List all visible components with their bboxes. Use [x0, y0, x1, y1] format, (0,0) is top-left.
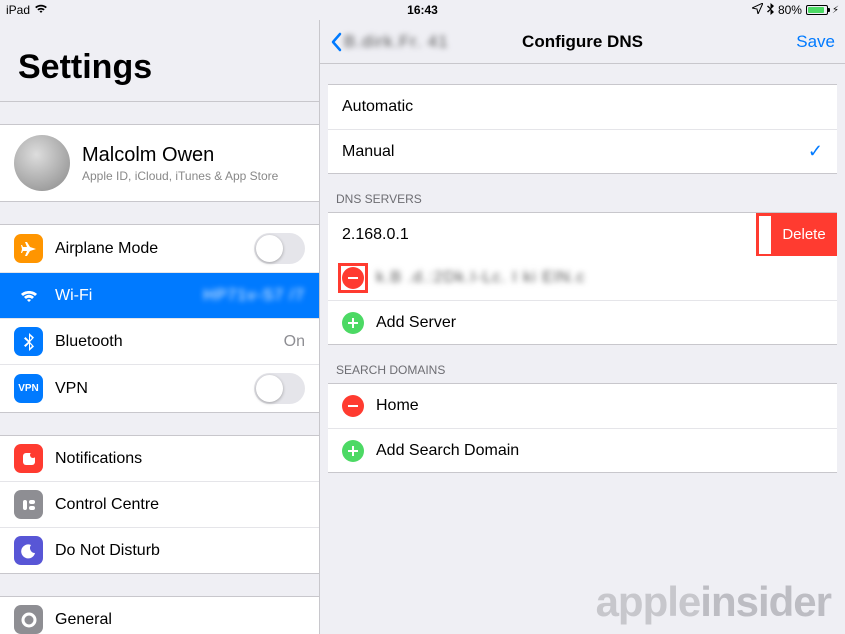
search-domain-value: Home [376, 397, 823, 415]
back-label: B.dirk.Fr. 41 [344, 32, 449, 52]
search-domain-row[interactable]: Home [328, 384, 837, 428]
wifi-icon [34, 3, 48, 17]
wifi-settings-icon [14, 281, 43, 310]
battery-icon [806, 5, 828, 15]
device-label: iPad [6, 3, 30, 17]
wifi-network-value: HP71v-S7 /7 [203, 287, 305, 305]
mode-automatic[interactable]: Automatic [328, 85, 837, 129]
navbar-title: Configure DNS [498, 32, 666, 52]
dns-server-row[interactable]: k.B .d.:2Dk.I-Lc. I ki ElN.c [328, 256, 837, 300]
bluetooth-settings-icon [14, 327, 43, 356]
sidebar-item-vpn[interactable]: VPN VPN [0, 364, 319, 412]
detail-pane: B.dirk.Fr. 41 Configure DNS Save Automat… [320, 20, 845, 634]
dns-mode-group: Automatic Manual ✓ [328, 84, 837, 174]
sidebar-item-notifications[interactable]: Notifications [0, 436, 319, 481]
user-name: Malcolm Owen [82, 144, 278, 167]
remove-icon[interactable] [342, 267, 364, 289]
bluetooth-value: On [284, 333, 305, 351]
save-button[interactable]: Save [667, 32, 835, 52]
sidebar-item-label: Do Not Disturb [55, 542, 305, 560]
sidebar-item-label: VPN [55, 380, 254, 398]
add-server-label: Add Server [376, 314, 823, 332]
vpn-toggle[interactable] [254, 373, 305, 404]
user-subtitle: Apple ID, iCloud, iTunes & App Store [82, 169, 278, 183]
sidebar-item-bluetooth[interactable]: Bluetooth On [0, 318, 319, 364]
remove-icon[interactable] [342, 395, 364, 417]
watermark-part: apple [596, 578, 701, 625]
mode-label: Automatic [342, 98, 823, 116]
search-domains-group: Home Add Search Domain [328, 383, 837, 473]
battery-percent: 80% [778, 3, 802, 17]
sidebar-item-dnd[interactable]: Do Not Disturb [0, 527, 319, 573]
chevron-left-icon [330, 32, 342, 52]
sidebar-item-label: Control Centre [55, 496, 305, 514]
add-server-row[interactable]: Add Server [328, 300, 837, 344]
add-search-domain-label: Add Search Domain [376, 442, 823, 460]
sidebar-item-wifi[interactable]: Wi-Fi HP71v-S7 /7 [0, 272, 319, 318]
watermark: appleinsider [596, 578, 831, 626]
watermark-part: insider [700, 578, 831, 625]
mode-manual[interactable]: Manual ✓ [328, 129, 837, 173]
gear-icon [14, 605, 43, 634]
sidebar-item-label: Notifications [55, 450, 305, 468]
page-title: Settings [0, 20, 319, 102]
sidebar-item-airplane[interactable]: Airplane Mode [0, 225, 319, 272]
moon-icon [14, 536, 43, 565]
checkmark-icon: ✓ [808, 141, 823, 162]
status-bar: iPad 16:43 80% ⚡︎ [0, 0, 845, 20]
back-button[interactable]: B.dirk.Fr. 41 [330, 32, 498, 52]
charging-icon: ⚡︎ [832, 5, 839, 16]
search-domains-header: SEARCH DOMAINS [320, 345, 845, 383]
sidebar-item-label: General [55, 611, 305, 629]
navbar: B.dirk.Fr. 41 Configure DNS Save [320, 20, 845, 64]
sidebar-item-control-centre[interactable]: Control Centre [0, 481, 319, 527]
dns-server-value: 2.168.0.1 [328, 213, 771, 256]
location-icon [752, 3, 763, 17]
dns-servers-header: DNS SERVERS [320, 174, 845, 212]
sidebar-item-account[interactable]: Malcolm Owen Apple ID, iCloud, iTunes & … [0, 125, 319, 201]
vpn-icon: VPN [14, 374, 43, 403]
airplane-icon [14, 234, 43, 263]
sidebar-item-general[interactable]: General [0, 597, 319, 634]
avatar [14, 135, 70, 191]
clock: 16:43 [284, 3, 562, 17]
bluetooth-icon [767, 3, 774, 18]
sidebar-item-label: Bluetooth [55, 333, 284, 351]
dns-server-value: k.B .d.:2Dk.I-Lc. I ki ElN.c [376, 269, 823, 287]
add-search-domain-row[interactable]: Add Search Domain [328, 428, 837, 472]
add-icon[interactable] [342, 440, 364, 462]
sidebar-item-label: Wi-Fi [55, 287, 203, 305]
mode-label: Manual [342, 143, 808, 161]
notifications-icon [14, 444, 43, 473]
dns-server-row-swiped[interactable]: 2.168.0.1 Delete [328, 212, 837, 256]
delete-button[interactable]: Delete [771, 213, 837, 256]
settings-sidebar: Settings Malcolm Owen Apple ID, iCloud, … [0, 20, 320, 634]
control-centre-icon [14, 490, 43, 519]
airplane-toggle[interactable] [254, 233, 305, 264]
dns-servers-group: k.B .d.:2Dk.I-Lc. I ki ElN.c Add Server [328, 256, 837, 345]
add-icon[interactable] [342, 312, 364, 334]
sidebar-item-label: Airplane Mode [55, 240, 254, 258]
